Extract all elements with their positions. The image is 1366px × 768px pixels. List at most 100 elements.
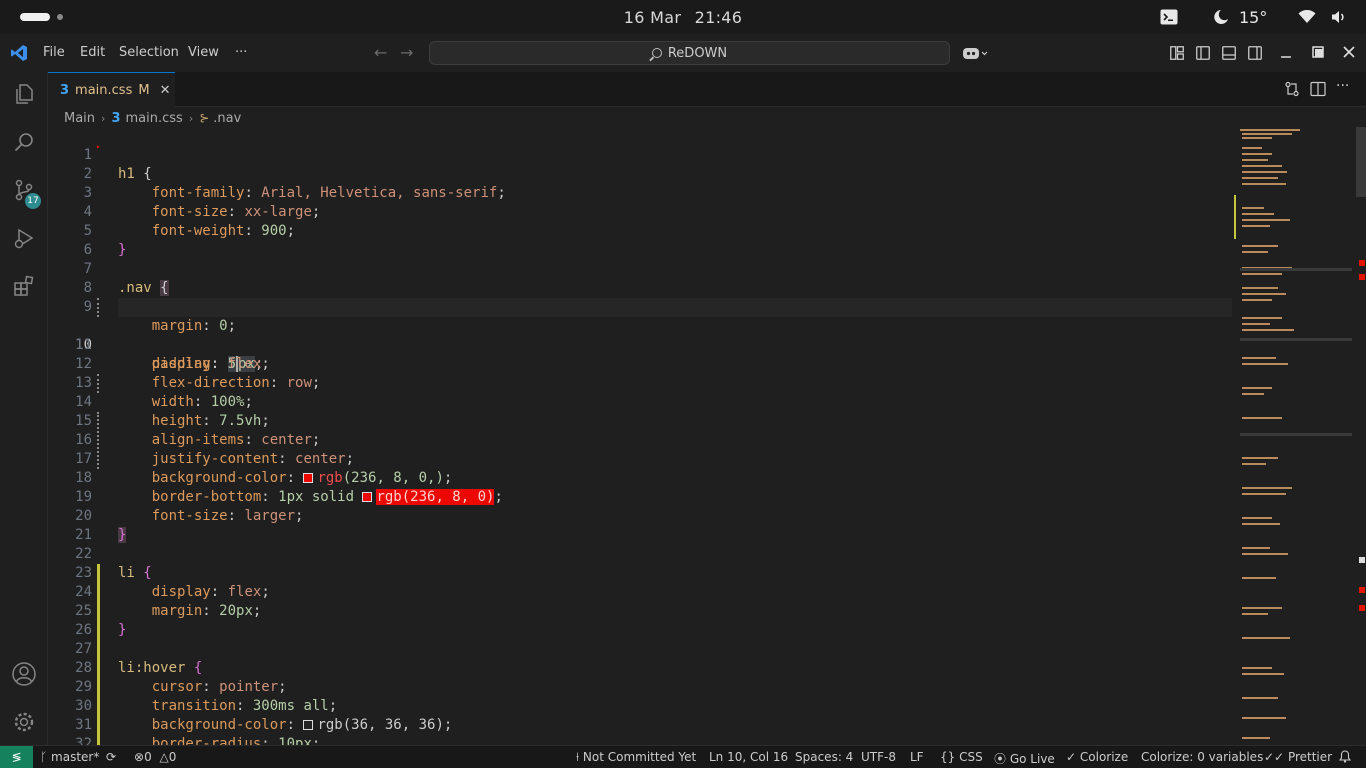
prettier-status[interactable]: ✓✓ Prettier [1264, 750, 1332, 764]
tab-main-css[interactable]: 3 main.css M ✕ [48, 72, 175, 107]
notifications-bell-icon[interactable] [1338, 750, 1352, 766]
editor-scrollbar[interactable] [1354, 127, 1366, 745]
code-line[interactable]: 27 li:hover { [48, 621, 1232, 676]
tab-close-icon[interactable]: ✕ [160, 83, 171, 98]
code-line[interactable]: 6 [48, 222, 1232, 258]
back-arrow-icon[interactable]: ← [374, 43, 387, 62]
toggle-panel-icon[interactable] [1222, 45, 1236, 60]
code-line[interactable]: 14 height: 7.5vh; [48, 374, 1232, 429]
git-branch[interactable]: ᚴ master* [40, 750, 99, 764]
language-mode[interactable]: {} CSS [940, 750, 983, 764]
tab-filename: main.css [75, 82, 133, 98]
code-line[interactable]: 32 margin: 10px; [48, 716, 1232, 745]
code-line[interactable]: 15 align-items: center; [48, 393, 1232, 448]
customize-layout-icon[interactable] [1170, 45, 1184, 60]
scrollbar-error-marker [1359, 260, 1365, 266]
code-line[interactable]: 18 border-bottom: 1px solid rgb(236, 8, … [48, 450, 1232, 505]
code-line[interactable]: 33 padding: 10px; [48, 735, 1232, 745]
code-line[interactable]: 20 } [48, 488, 1232, 543]
forward-arrow-icon[interactable]: → [400, 43, 413, 62]
cursor-position[interactable]: Ln 10, Col 16 [709, 750, 788, 764]
menu-edit[interactable]: Edit [80, 45, 105, 60]
toggle-secondary-sidebar-icon[interactable] [1248, 45, 1262, 60]
manage-gear-icon[interactable] [0, 702, 48, 742]
code-line[interactable]: 25 } [48, 583, 1232, 638]
vscode-logo-icon[interactable] [10, 44, 28, 66]
code-editor[interactable]: 1 h1 { 2 font-family: Arial, Helvetica, … [48, 127, 1232, 745]
minimap[interactable] [1232, 127, 1354, 745]
code-line[interactable]: 4 font-weight: 900; [48, 184, 1232, 239]
code-line[interactable]: 31 border-radius: 10px; [48, 697, 1232, 745]
gutter-modified-marker[interactable] [97, 412, 100, 469]
code-line[interactable]: 28 cursor: pointer; [48, 640, 1232, 695]
broadcast-icon: ⦿ [994, 752, 1007, 766]
menu-view[interactable]: View [188, 45, 219, 60]
more-actions-icon[interactable]: ··· [1336, 78, 1349, 94]
code-line[interactable]: 8 position: relative; [48, 260, 1232, 315]
git-blame[interactable]: ⍿ Not Committed Yet [576, 750, 696, 765]
gutter-modified-marker[interactable] [97, 298, 100, 317]
code-line[interactable]: 12 flex-direction: row; [48, 336, 1232, 391]
code-line[interactable]: 17 background-color: rgb(236, 8, 0,); [48, 431, 1232, 486]
accounts-icon[interactable] [0, 654, 48, 694]
gutter-modified-marker[interactable] [97, 374, 100, 393]
code-line[interactable]: 22 li { [48, 526, 1232, 581]
code-line[interactable]: 13 width: 100%; [48, 355, 1232, 410]
code-line[interactable]: 11 display: flex; [48, 317, 1232, 372]
colorize-variables[interactable]: Colorize: 0 variables [1141, 750, 1263, 764]
git-commit-icon: ⍿ [576, 750, 580, 764]
terminal-icon[interactable] [1160, 6, 1178, 28]
code-line[interactable]: 23 display: flex; [48, 545, 1232, 600]
toggle-primary-sidebar-icon[interactable] [1196, 45, 1210, 60]
menu-more[interactable]: ··· [235, 45, 247, 60]
split-editor-icon[interactable] [1310, 81, 1326, 101]
encoding[interactable]: UTF-8 [861, 750, 896, 764]
scrollbar-thumb[interactable] [1356, 127, 1366, 197]
code-line[interactable]: 19 font-size: larger; [48, 469, 1232, 524]
code-line[interactable]: 9 margin: 0; [48, 279, 1232, 334]
code-line[interactable]: 26 [48, 602, 1232, 638]
search-icon[interactable] [0, 122, 48, 162]
code-line[interactable]: 5 } [48, 203, 1232, 258]
gutter-deleted-marker[interactable]: ▸ [96, 142, 101, 151]
code-line[interactable]: 30 background-color: rgb(36, 36, 36); [48, 678, 1232, 733]
weather-night-icon[interactable] [1212, 6, 1230, 28]
code-line[interactable]: 21 [48, 507, 1232, 543]
sync-icon[interactable]: ⟳ [106, 750, 116, 764]
gutter-added-marker[interactable] [97, 564, 100, 745]
run-debug-icon[interactable] [0, 218, 48, 258]
code-line[interactable]: 7 .nav { [48, 241, 1232, 296]
command-center-search[interactable]: ReDOWN [429, 41, 950, 65]
code-line-active[interactable]: 10 padding: 5 px; [48, 298, 1232, 372]
clock-date: 16 Mar [623, 8, 682, 27]
wifi-icon[interactable] [1298, 6, 1316, 28]
code-line[interactable]: 1 h1 { [48, 127, 1232, 182]
code-line[interactable]: 29 transition: 300ms all; [48, 659, 1232, 714]
minimize-icon[interactable] [1280, 45, 1294, 59]
menu-selection[interactable]: Selection [119, 45, 179, 60]
maximize-icon[interactable] [1312, 43, 1326, 58]
problems-indicator[interactable]: ⊗0 △0 [134, 750, 176, 764]
warning-icon: △ [159, 750, 169, 764]
code-line[interactable]: 3 font-size: xx-large; [48, 165, 1232, 220]
breadcrumb-symbol[interactable]: .nav [213, 111, 241, 126]
explorer-icon[interactable] [0, 74, 48, 114]
end-of-line[interactable]: LF [910, 750, 924, 764]
temperature[interactable]: 15° [1239, 6, 1267, 28]
breadcrumb-file[interactable]: main.css [126, 111, 183, 126]
go-live-button[interactable]: ⦿ Go Live [994, 750, 1055, 767]
remote-indicator-icon[interactable]: ≶ [0, 746, 33, 768]
menu-file[interactable]: File [43, 45, 65, 60]
breadcrumb-folder[interactable]: Main [64, 111, 95, 126]
open-changes-icon[interactable] [1284, 81, 1300, 101]
close-window-icon[interactable] [1343, 43, 1357, 58]
extensions-icon[interactable] [0, 266, 48, 306]
volume-icon[interactable] [1331, 6, 1347, 28]
code-line[interactable]: 24 margin: 20px; [48, 564, 1232, 619]
code-line[interactable]: 2 font-family: Arial, Helvetica, sans-se… [48, 146, 1232, 201]
indentation[interactable]: Spaces: 4 [795, 750, 853, 764]
code-line[interactable]: 16 justify-content: center; [48, 412, 1232, 467]
colorize-button[interactable]: ✓ Colorize [1066, 750, 1128, 764]
copilot-icon[interactable] [962, 45, 988, 65]
source-control-icon[interactable] [0, 170, 48, 210]
